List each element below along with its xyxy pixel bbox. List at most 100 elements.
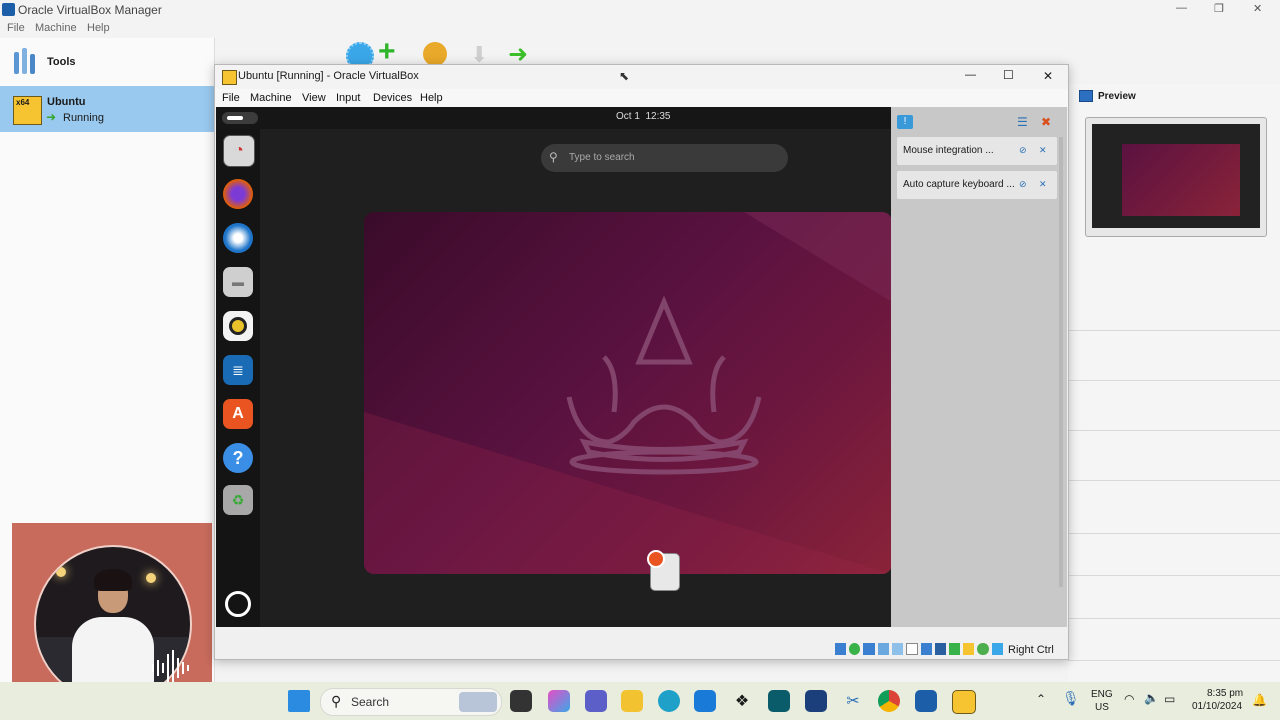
tools-label: Tools xyxy=(47,56,76,68)
snipping-tool-icon[interactable]: ✂ xyxy=(842,690,864,712)
do-not-show-icon[interactable]: ⊘ xyxy=(1019,179,1027,190)
firefox-icon[interactable] xyxy=(223,179,253,209)
file-explorer-icon[interactable] xyxy=(621,690,643,712)
language-label[interactable]: ENG xyxy=(1091,689,1113,700)
teams-icon[interactable] xyxy=(585,690,607,712)
vm-window: Ubuntu [Running] - Oracle VirtualBox — ☐… xyxy=(214,64,1069,660)
files-icon[interactable]: ▬ xyxy=(223,267,253,297)
volume-icon[interactable]: 🔈 xyxy=(1144,691,1159,705)
search-icon: ⚲ xyxy=(549,150,558,164)
ubuntu-installer-icon[interactable]: ◔ xyxy=(223,135,255,167)
chrome-icon[interactable] xyxy=(878,690,900,712)
search-icon: ⚲ xyxy=(331,693,342,709)
do-not-show-icon[interactable]: ⊘ xyxy=(1019,145,1027,156)
microphone-icon[interactable]: 🎙 xyxy=(1062,690,1080,707)
tools-item[interactable]: Tools xyxy=(0,40,214,84)
dropbox-icon[interactable]: ❖ xyxy=(731,690,753,712)
dismiss-icon[interactable]: ✕ xyxy=(1039,145,1047,156)
guest-display[interactable]: Oct 1 12:35 ◔ ▬ ≣ A ? ♻ ⚲ Type to search xyxy=(216,107,892,627)
divider xyxy=(1068,330,1280,331)
manager-close-button[interactable]: ✕ xyxy=(1253,2,1262,15)
notification-text: Mouse integration ... xyxy=(903,145,994,156)
vm-name: Ubuntu xyxy=(47,96,86,108)
vm-state: Running xyxy=(63,112,104,124)
activities-button[interactable] xyxy=(222,112,258,124)
tools-icon xyxy=(14,48,38,74)
clock-date[interactable]: 01/10/2024 xyxy=(1192,701,1242,712)
vm-menu-view[interactable]: View xyxy=(302,92,326,104)
divider xyxy=(1068,430,1280,431)
notification-center: ! ☰ ✖ Mouse integration ... ⊘ ✕ Auto cap… xyxy=(891,107,1067,627)
search-field[interactable]: ⚲ Type to search xyxy=(541,144,788,172)
status-device-icons[interactable] xyxy=(835,643,1003,657)
ubuntu-crown-logo xyxy=(364,212,892,574)
manager-minimize-button[interactable]: — xyxy=(1176,2,1187,14)
divider xyxy=(1068,660,1280,661)
settings-gear-icon[interactable] xyxy=(423,42,447,66)
wifi-icon[interactable]: ◠ xyxy=(1124,692,1134,706)
task-view-icon[interactable] xyxy=(510,690,532,712)
manager-maximize-button[interactable]: ❐ xyxy=(1214,2,1224,15)
trash-icon[interactable]: ♻ xyxy=(223,485,253,515)
vm-list-item-ubuntu[interactable]: x64 Ubuntu ➜ Running xyxy=(0,86,214,132)
taskbar-search-label: Search xyxy=(351,695,390,709)
preview-thumbnail xyxy=(1085,117,1267,237)
vm-menu-file[interactable]: File xyxy=(222,92,240,104)
preview-icon xyxy=(1079,90,1093,102)
notification-mouse-integration[interactable]: Mouse integration ... ⊘ ✕ xyxy=(897,137,1057,165)
virtualbox-logo-icon xyxy=(2,3,15,16)
taskbar-search[interactable]: ⚲ Search xyxy=(320,688,502,716)
writer-icon[interactable]: ≣ xyxy=(223,355,253,385)
manager-menu-bar: File Machine Help xyxy=(0,20,340,38)
vm-menu-input[interactable]: Input xyxy=(336,92,360,104)
virtualbox-taskbar-icon[interactable] xyxy=(915,690,937,712)
start-button-icon[interactable] xyxy=(288,690,310,712)
app-center-icon[interactable]: A xyxy=(223,399,253,429)
menu-file[interactable]: File xyxy=(7,22,25,34)
clock-time[interactable]: 8:35 pm xyxy=(1207,688,1243,699)
top-bar-clock[interactable]: Oct 1 12:35 xyxy=(616,111,670,122)
vm-title-bar: Ubuntu [Running] - Oracle VirtualBox — ☐… xyxy=(215,65,1068,89)
search-highlight-icon xyxy=(459,692,497,712)
stack-icon[interactable]: ☰ xyxy=(1017,115,1033,129)
ubuntu-x64-icon: x64 xyxy=(13,96,42,125)
menu-machine[interactable]: Machine xyxy=(35,22,77,34)
add-machine-icon[interactable]: + xyxy=(378,37,404,67)
edge-icon[interactable] xyxy=(658,690,680,712)
preview-label: Preview xyxy=(1098,91,1136,102)
notification-scrollbar[interactable] xyxy=(1059,137,1063,587)
vm-close-button[interactable]: ✕ xyxy=(1043,69,1053,83)
app-icon[interactable] xyxy=(768,690,790,712)
notification-bell-icon[interactable]: 🔔 xyxy=(1252,693,1267,707)
vm-maximize-button[interactable]: ☐ xyxy=(1003,68,1014,82)
ubuntu-dock: ◔ ▬ ≣ A ? ♻ xyxy=(216,129,260,627)
help-icon[interactable]: ? xyxy=(223,443,253,473)
show-apps-icon[interactable] xyxy=(225,591,251,617)
notification-toggle-icon[interactable]: ! xyxy=(897,115,913,129)
gnome-top-bar: Oct 1 12:35 xyxy=(216,107,892,129)
vm-menu-help[interactable]: Help xyxy=(420,92,443,104)
rhythmbox-icon[interactable] xyxy=(223,311,253,341)
divider xyxy=(1068,575,1280,576)
region-label[interactable]: US xyxy=(1095,702,1109,713)
vm-menu-machine[interactable]: Machine xyxy=(250,92,292,104)
copilot-icon[interactable] xyxy=(548,690,570,712)
battery-icon[interactable]: ▭ xyxy=(1164,692,1175,706)
show-hidden-icons-chevron-icon[interactable]: ⌃ xyxy=(1036,692,1046,706)
ubuntu-x64-icon xyxy=(222,70,237,85)
menu-help[interactable]: Help xyxy=(87,22,110,34)
close-all-icon[interactable]: ✖ xyxy=(1041,115,1057,129)
dismiss-icon[interactable]: ✕ xyxy=(1039,179,1047,190)
thunderbird-icon[interactable] xyxy=(223,223,253,253)
installer-window-icon[interactable] xyxy=(647,550,680,591)
notification-text: Auto capture keyboard ... xyxy=(903,179,1015,190)
defender-icon[interactable] xyxy=(805,690,827,712)
mouse-cursor-icon: ⬉ xyxy=(619,69,630,83)
vm-menu-devices[interactable]: Devices xyxy=(373,92,412,104)
store-icon[interactable] xyxy=(694,690,716,712)
search-placeholder: Type to search xyxy=(569,152,635,163)
ubuntu-vm-taskbar-icon[interactable] xyxy=(952,690,976,714)
notification-auto-capture-keyboard[interactable]: Auto capture keyboard ... ⊘ ✕ xyxy=(897,171,1057,199)
workspace-wallpaper[interactable] xyxy=(364,212,892,574)
vm-minimize-button[interactable]: — xyxy=(965,69,976,81)
